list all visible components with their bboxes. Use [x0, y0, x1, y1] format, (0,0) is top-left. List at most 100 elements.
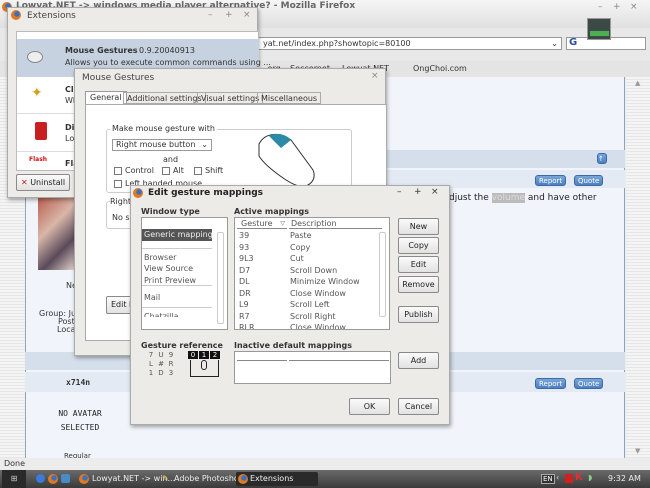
- list-item-selected[interactable]: Generic mappings: [142, 229, 212, 241]
- tab-additional-settings[interactable]: Additional settings: [123, 92, 206, 104]
- chevron-down-icon: ⌄: [201, 140, 208, 149]
- list-item[interactable]: Browser: [142, 252, 227, 264]
- quote-button[interactable]: Quote: [574, 378, 604, 389]
- ok-button[interactable]: OK: [349, 398, 390, 415]
- table-scrollbar[interactable]: [379, 232, 386, 317]
- table-row[interactable]: 39 Paste: [235, 230, 380, 242]
- start-button[interactable]: ⊞: [2, 470, 26, 488]
- cancel-button[interactable]: Cancel: [398, 398, 439, 415]
- minimize-button[interactable]: –: [598, 2, 603, 12]
- close-button[interactable]: ×: [630, 2, 638, 12]
- list-scrollbar[interactable]: [217, 232, 224, 324]
- tab-visual-settings[interactable]: Visual settings: [197, 92, 264, 104]
- taskbar: ⊞ Lowyat.NET -> win... ✎ Adobe Photoshop …: [0, 470, 650, 488]
- close-button[interactable]: ×: [243, 10, 251, 20]
- list-item[interactable]: View Source: [142, 263, 227, 275]
- table-row[interactable]: 93 Copy: [235, 242, 380, 254]
- task-photoshop[interactable]: ✎ Adobe Photoshop: [160, 472, 244, 486]
- table-row[interactable]: DL Minimize Window: [235, 276, 380, 288]
- tray-expand-icon[interactable]: ‹: [556, 473, 559, 482]
- window-type-list[interactable]: Generic mappings Browser View Source Pri…: [141, 217, 228, 330]
- antivirus-icon[interactable]: [565, 474, 573, 483]
- minimize-button[interactable]: –: [208, 10, 213, 20]
- table-row[interactable]: D7 Scroll Down: [235, 265, 380, 277]
- mouse-icon: [27, 51, 43, 63]
- column-header-gesture[interactable]: Gesture ▽: [237, 219, 287, 229]
- table-row[interactable]: L9 Scroll Left: [235, 299, 380, 311]
- mappings-rows: 39 Paste 93 Copy 9L3 Cut D7 Scroll Down DL Minimi…: [235, 230, 380, 329]
- url-text: yat.net/index.php?showtopic=80100: [263, 39, 411, 48]
- add-button[interactable]: Add: [398, 352, 439, 369]
- report-button[interactable]: Report: [535, 175, 567, 186]
- close-button[interactable]: ×: [371, 71, 379, 81]
- vertical-scrollbar[interactable]: ▲ ▼: [626, 77, 650, 458]
- scroll-down-icon[interactable]: ▼: [635, 447, 640, 455]
- x-icon: ✕: [20, 178, 28, 187]
- task-firefox[interactable]: Lowyat.NET -> win...: [78, 472, 175, 486]
- scroll-top-icon[interactable]: ↑: [597, 153, 607, 164]
- edit-button[interactable]: Edit: [398, 256, 439, 273]
- gesture-cell: L9: [239, 300, 249, 309]
- tab-general[interactable]: General: [85, 91, 127, 104]
- new-button[interactable]: New: [398, 218, 439, 235]
- report-button[interactable]: Report: [535, 378, 567, 389]
- shift-checkbox[interactable]: Shift: [194, 166, 223, 175]
- mouse-button-select[interactable]: Right mouse button ⌄: [112, 139, 212, 151]
- app-icon[interactable]: [61, 474, 70, 483]
- maximize-button[interactable]: +: [613, 2, 621, 12]
- network-monitor-widget: [587, 18, 611, 40]
- list-item[interactable]: Print Preview: [142, 275, 212, 286]
- window-title: Extensions: [27, 11, 76, 21]
- clock: 9:32 AM: [608, 474, 641, 483]
- flash-icon: Flash: [29, 156, 48, 163]
- chevron-down-icon[interactable]: ⌄: [551, 38, 558, 49]
- uninstall-button[interactable]: ✕ Uninstall: [16, 174, 70, 191]
- maximize-button[interactable]: +: [225, 10, 233, 20]
- table-row[interactable]: DR Close Window: [235, 288, 380, 300]
- list-item[interactable]: Mail: [142, 292, 212, 308]
- alt-checkbox[interactable]: Alt: [162, 166, 184, 175]
- minimize-button[interactable]: –: [397, 187, 402, 197]
- firefox-icon: [133, 188, 143, 198]
- close-button[interactable]: ×: [431, 187, 439, 197]
- bookmark[interactable]: OngChoi.com: [413, 61, 467, 77]
- scroll-up-icon[interactable]: ▲: [635, 79, 640, 87]
- firefox-icon[interactable]: [48, 474, 58, 484]
- publish-button[interactable]: Publish: [398, 306, 439, 323]
- task-extensions[interactable]: Extensions: [236, 472, 318, 486]
- url-bar[interactable]: yat.net/index.php?showtopic=80100 ⌄: [240, 37, 562, 50]
- gesture-cell: DR: [239, 288, 251, 298]
- gesture-cell: D7: [239, 265, 251, 275]
- description-cell: Copy: [290, 242, 311, 252]
- ie-icon[interactable]: [36, 474, 45, 483]
- description-cell: Cut: [290, 254, 304, 263]
- dialog-title: Edit gesture mappings: [148, 188, 264, 198]
- photoshop-icon: ✎: [162, 474, 169, 483]
- description-cell: Scroll Right: [290, 311, 336, 321]
- highlighted-word: volume: [491, 193, 525, 203]
- description-cell: Close Window: [290, 288, 346, 298]
- active-mappings-table[interactable]: Gesture ▽ Description 39 Paste 93 Copy 9L3 Cut…: [234, 217, 390, 330]
- gesture-reference-grid: 7U9 L # R 1D3: [148, 351, 174, 377]
- username: x714n: [66, 378, 91, 387]
- volume-icon[interactable]: ◗: [588, 473, 592, 482]
- table-row[interactable]: R7 Scroll Right: [235, 311, 380, 323]
- gesture-cell: R7: [239, 311, 250, 321]
- table-row[interactable]: 9L3 Cut: [235, 253, 380, 265]
- no-avatar-label: NO AVATAR SELECTED: [58, 409, 102, 432]
- language-indicator[interactable]: EN: [541, 474, 555, 484]
- maximize-button[interactable]: +: [414, 187, 422, 197]
- control-checkbox[interactable]: Control: [114, 166, 154, 175]
- mouse-buttons-diagram: 012: [188, 351, 223, 381]
- remove-button[interactable]: Remove: [398, 276, 439, 293]
- inactive-mappings-table[interactable]: [234, 351, 391, 384]
- dialog-title: Mouse Gestures: [82, 73, 155, 83]
- tab-miscellaneous[interactable]: Miscellaneous: [257, 92, 322, 104]
- copy-button[interactable]: Copy: [398, 237, 439, 254]
- google-icon[interactable]: G: [569, 37, 577, 48]
- column-header-description[interactable]: Description: [289, 219, 382, 229]
- table-row[interactable]: RLR Close Window: [235, 322, 380, 329]
- k-icon[interactable]: K: [575, 472, 583, 483]
- quote-button[interactable]: Quote: [574, 175, 604, 186]
- list-item[interactable]: Chatzilla: [142, 310, 227, 317]
